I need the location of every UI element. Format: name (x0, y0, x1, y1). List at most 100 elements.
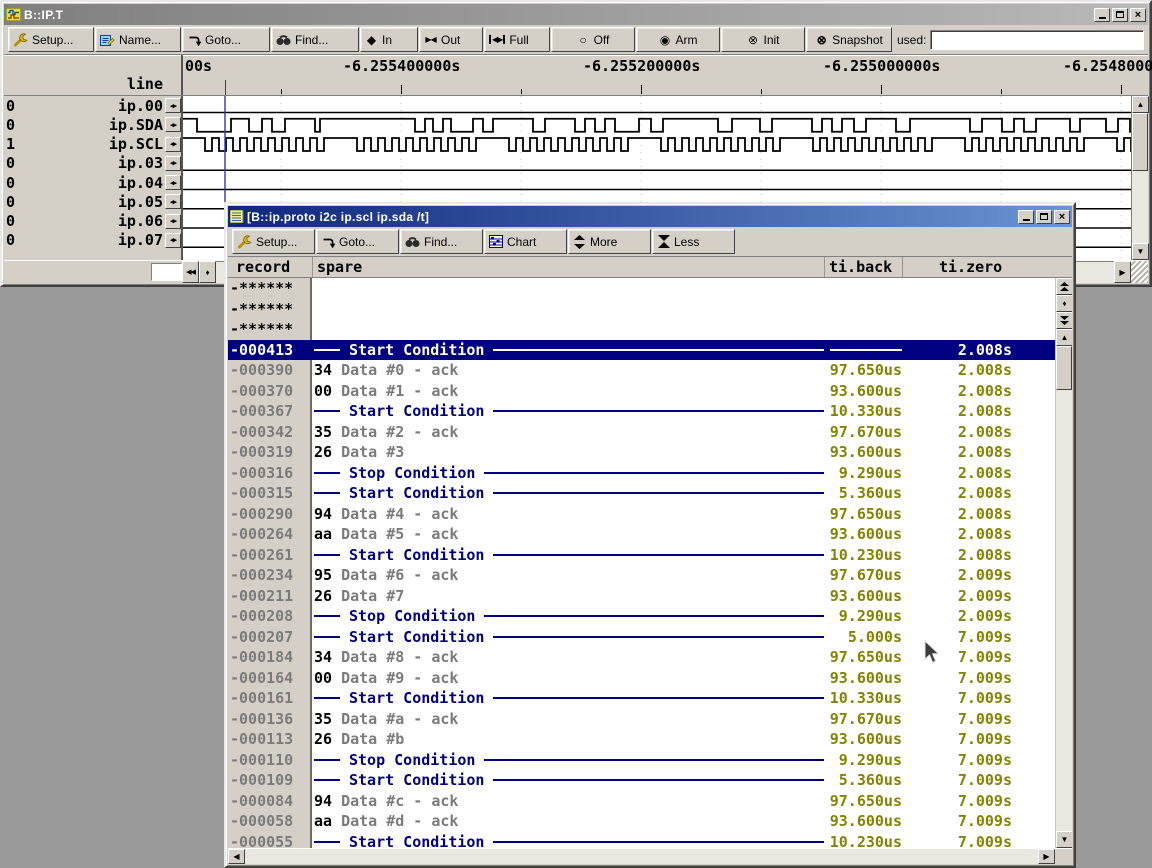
toolbar-button-find[interactable]: Find... (400, 229, 483, 254)
toolbar-button-goto[interactable]: Goto... (182, 27, 270, 52)
scroll-up-icon[interactable]: ▲ (1132, 96, 1149, 113)
trace-row[interactable]: -000367Start Condition10.330us2.008s (228, 401, 1072, 422)
signal-row[interactable]: 1ip.SCL◀▶ (4, 135, 181, 154)
trace-row[interactable]: -000261Start Condition10.230us2.008s (228, 545, 1072, 566)
trace-row[interactable]: -000264aaData #5 - ack93.600us2.008s (228, 524, 1072, 545)
trace-row[interactable]: -00021126Data #793.600us2.009s (228, 586, 1072, 607)
column-header-ti-back[interactable]: ti.back (824, 257, 902, 277)
toolbar-button-arm[interactable]: ◉Arm (636, 27, 720, 52)
toolbar-button-goto[interactable]: Goto... (316, 229, 399, 254)
minimize-button[interactable] (1094, 8, 1110, 22)
trace-row[interactable]: -00018434Data #8 - ack97.650us7.009s (228, 647, 1072, 668)
minimize-button[interactable] (1018, 210, 1034, 224)
trace-row[interactable]: -****** (228, 299, 1072, 320)
trace-row[interactable]: -00023495Data #6 - ack97.670us2.009s (228, 565, 1072, 586)
trace-row[interactable]: -000315Start Condition5.360us2.008s (228, 483, 1072, 504)
column-header-record[interactable]: record (228, 257, 312, 277)
protocol-window-titlebar[interactable]: [B::ip.proto i2c ip.scl ip.sda /t] × (228, 206, 1072, 227)
protocol-hscrollbar[interactable]: ◀ ▶ (228, 848, 1072, 864)
toolbar-button-in[interactable]: ◆In (360, 27, 418, 52)
scroll-diamond-icon[interactable]: ♦ (1056, 295, 1072, 312)
column-header-spare[interactable]: spare (312, 257, 824, 277)
signal-row[interactable]: 0ip.SDA◀▶ (4, 115, 181, 134)
maximize-button[interactable] (1112, 8, 1128, 22)
trace-row[interactable]: -****** (228, 319, 1072, 340)
scroll-right-icon[interactable]: ▶ (1038, 849, 1055, 864)
main-vscrollbar[interactable]: ▲ ▼ (1131, 96, 1148, 260)
scroll-down-icon[interactable]: ▼ (1132, 243, 1149, 260)
trace-row[interactable]: -000208Stop Condition9.290us2.009s (228, 606, 1072, 627)
toolbar-button-off[interactable]: ○Off (551, 27, 635, 52)
signal-scroll-arrows[interactable]: ◀▶ (165, 175, 181, 190)
data-label: Data #3 (341, 442, 404, 463)
toolbar-button-setup[interactable]: Setup... (8, 27, 94, 52)
scroll-down-icon[interactable]: ▼ (1056, 831, 1072, 848)
toolbar-button-less[interactable]: Less (652, 229, 735, 254)
close-button[interactable]: × (1054, 210, 1070, 224)
toolbar-button-chart[interactable]: Chart (484, 229, 567, 254)
toolbar-button-name[interactable]: Name... (95, 27, 181, 52)
signal-row[interactable]: 0ip.03◀▶ (4, 154, 181, 173)
trace-row[interactable]: -000109Start Condition5.360us7.009s (228, 770, 1072, 791)
trace-row[interactable]: -00013635Data #a - ack97.670us7.009s (228, 709, 1072, 730)
resize-grip[interactable] (1131, 261, 1148, 283)
trace-row[interactable]: -00037000Data #1 - ack93.600us2.008s (228, 381, 1072, 402)
trace-row[interactable]: -00034235Data #2 - ack97.670us2.008s (228, 422, 1072, 443)
maximize-button[interactable] (1036, 210, 1052, 224)
scroll-diamond-icon[interactable]: ♦ (199, 261, 216, 283)
scroll-up-icon[interactable]: ▲ (1056, 329, 1072, 346)
toolbar-button-setup[interactable]: Setup... (232, 229, 315, 254)
toolbar-button-out[interactable]: ▶◀Out (419, 27, 483, 52)
scroll-right-icon[interactable]: ▶ (1114, 261, 1131, 283)
signal-row[interactable]: 0ip.07◀▶ (4, 231, 181, 250)
trace-row[interactable]: -00039034Data #0 - ack97.650us2.008s (228, 360, 1072, 381)
name-scroll-field[interactable] (151, 263, 182, 281)
trace-row[interactable]: -000058aaData #d - ack93.600us7.009s (228, 811, 1072, 832)
signal-scroll-arrows[interactable]: ◀▶ (165, 214, 181, 229)
toolbar-button-full[interactable]: ◀▶Full (484, 27, 550, 52)
column-header-ti-zero[interactable]: ti.zero (902, 257, 1012, 277)
toolbar-button-more[interactable]: More (568, 229, 651, 254)
signal-scroll-arrows[interactable]: ◀▶ (165, 194, 181, 209)
scroll-double-up-icon[interactable] (1056, 278, 1072, 295)
trace-row[interactable]: -****** (228, 278, 1072, 299)
vscroll-track[interactable] (1132, 171, 1148, 243)
vscroll-thumb[interactable] (1132, 113, 1148, 171)
protocol-vscrollbar[interactable]: ♦ ▲ ▼ (1055, 278, 1072, 848)
record-cell: -000110 (228, 750, 312, 771)
signal-scroll-arrows[interactable]: ◀▶ (165, 137, 181, 152)
trace-row[interactable]: -000207Start Condition5.000s7.009s (228, 627, 1072, 648)
trace-row[interactable]: -00011326Data #b93.600us7.009s (228, 729, 1072, 750)
trace-row[interactable]: -000055Start Condition10.230us7.009s (228, 832, 1072, 849)
close-button[interactable]: × (1130, 8, 1146, 22)
toolbar-button-find[interactable]: Find... (271, 27, 359, 52)
trace-window-titlebar[interactable]: B::IP.T × (4, 4, 1148, 25)
signal-row[interactable]: 0ip.05◀▶ (4, 192, 181, 211)
signal-row[interactable]: 0ip.04◀▶ (4, 173, 181, 192)
signal-scroll-arrows[interactable]: ◀▶ (165, 233, 181, 248)
signal-row[interactable]: 0ip.06◀▶ (4, 212, 181, 231)
hscroll-track[interactable] (245, 849, 1038, 864)
toolbar-button-label: Name... (119, 33, 161, 47)
trace-row[interactable]: -00031926Data #393.600us2.008s (228, 442, 1072, 463)
vscroll-track[interactable] (1056, 390, 1072, 831)
used-field[interactable] (930, 30, 1144, 50)
trace-row[interactable]: -000161Start Condition10.330us7.009s (228, 688, 1072, 709)
record-cell: -****** (228, 319, 312, 340)
signal-row[interactable]: 0ip.00◀▶ (4, 96, 181, 115)
vscroll-thumb[interactable] (1056, 346, 1072, 390)
trace-row[interactable]: -00029094Data #4 - ack97.650us2.008s (228, 504, 1072, 525)
signal-scroll-arrows[interactable]: ◀▶ (165, 156, 181, 171)
scroll-double-down-icon[interactable] (1056, 312, 1072, 329)
trace-row[interactable]: -00016400Data #9 - ack93.600us7.009s (228, 668, 1072, 689)
trace-row[interactable]: -000110Stop Condition9.290us7.009s (228, 750, 1072, 771)
signal-scroll-arrows[interactable]: ◀▶ (165, 117, 181, 132)
scroll-left-icon[interactable]: ◀ (228, 849, 245, 864)
toolbar-button-snapshot[interactable]: ⊗Snapshot (806, 27, 892, 52)
trace-row[interactable]: -000316Stop Condition9.290us2.008s (228, 463, 1072, 484)
trace-row[interactable]: -000413Start Condition2.008s (228, 340, 1072, 361)
scroll-double-left-icon[interactable]: ◀◀ (182, 261, 199, 283)
trace-row[interactable]: -00008494Data #c - ack97.650us7.009s (228, 791, 1072, 812)
signal-scroll-arrows[interactable]: ◀▶ (165, 98, 181, 113)
toolbar-button-init[interactable]: ⊗Init (721, 27, 805, 52)
